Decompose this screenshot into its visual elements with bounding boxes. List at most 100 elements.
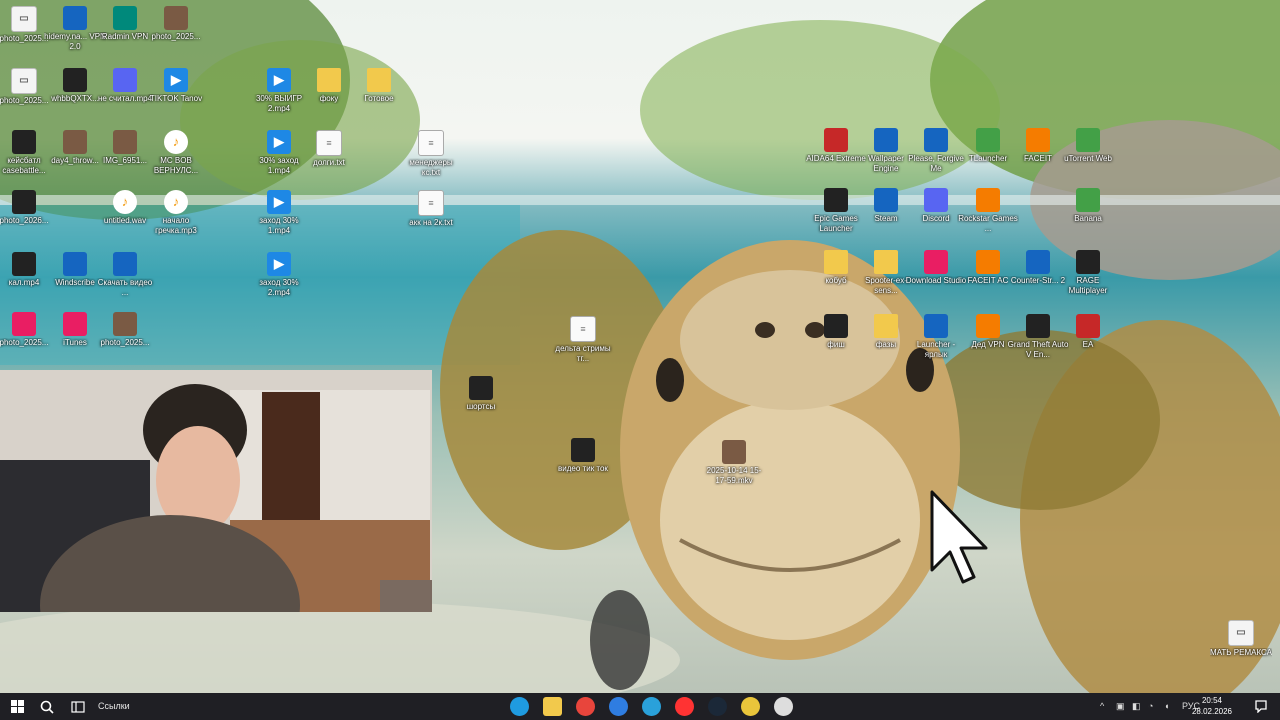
desktop-icon-label: видео тик ток (558, 464, 608, 473)
clock[interactable]: 20:54 28.02.2026 (1188, 695, 1236, 717)
tray-overflow-icon[interactable]: ^ (1100, 693, 1104, 720)
dark-icon (12, 252, 36, 276)
tray-volume-icon[interactable]: ◖ (1164, 693, 1169, 720)
txt-icon: ≡ (418, 130, 444, 156)
desktop-icon[interactable]: Скачать видео ... (94, 252, 156, 298)
explorer-icon[interactable] (543, 697, 562, 716)
desktop-icon-label: шортсы (466, 402, 496, 411)
dark-icon (1076, 250, 1100, 274)
desktop-icon[interactable]: ▶ TIKTOK Tanov (145, 68, 207, 104)
video-icon: ▶ (267, 252, 291, 276)
desktop-icon[interactable]: ≡ дельта стримы тг... (552, 316, 614, 364)
game-icon[interactable] (741, 697, 760, 716)
blue-icon (924, 314, 948, 338)
desktop-icon-label: photo_2025... (151, 32, 201, 41)
tray-bluetooth-icon[interactable]: ◧ (1132, 693, 1141, 720)
dark-icon (824, 314, 848, 338)
desktop-icon[interactable]: Готовое (348, 68, 410, 104)
desktop-icon-label: photo_2026... (0, 216, 49, 225)
desktop-icon-label: заход 30% 2.mp4 (259, 278, 299, 297)
desktop-icon-label: uTorrent Web (1064, 154, 1112, 163)
desktop-icon[interactable]: Rockstar Games ... (957, 188, 1019, 234)
tray-network-icon[interactable]: ▣ (1116, 693, 1125, 720)
yandex-icon[interactable] (675, 697, 694, 716)
task-view-icon (71, 700, 85, 713)
recorder-icon[interactable] (774, 697, 793, 716)
desktop-icon-label: TIKTOK Tanov (149, 94, 203, 103)
desktop-icon[interactable]: видео тик ток (552, 438, 614, 474)
desktop-icon[interactable]: шортсы (450, 376, 512, 412)
telegram-icon[interactable] (642, 697, 661, 716)
desktop-icon[interactable]: ▶ заход 30% 1.mp4 (248, 190, 310, 236)
video-icon: ▶ (267, 130, 291, 154)
desktop-icon-label: Скачать видео ... (97, 278, 153, 297)
txt-icon: ≡ (316, 130, 342, 156)
audio-icon: ♪ (164, 190, 188, 214)
blue-icon (924, 128, 948, 152)
start-button[interactable] (2, 693, 32, 720)
dark-icon (469, 376, 493, 400)
pink-icon (63, 312, 87, 336)
img-icon (722, 440, 746, 464)
desktop-icon[interactable]: uTorrent Web (1057, 128, 1119, 164)
img-icon (63, 130, 87, 154)
dark-icon (571, 438, 595, 462)
desktop-icon-label: 2025-10-14 15-17-59.mkv (706, 466, 762, 485)
desktop-icon-label: заход 30% 1.mp4 (259, 216, 299, 235)
img-icon (113, 312, 137, 336)
file-icon: ▭ (1228, 620, 1254, 646)
desktop-icon[interactable]: ≡ менеджеры кс.txt (400, 130, 462, 178)
desktop-icon-label: начало гречка.mp3 (155, 216, 197, 235)
desktop-icon[interactable]: ≡ долги.txt (298, 130, 360, 168)
blue-icon (1026, 250, 1050, 274)
desktop-icon-label: MC BOB ВЕРНУЛС... (153, 156, 199, 175)
purple-icon (924, 188, 948, 212)
desktop-icon-label: Banana (1074, 214, 1102, 223)
search-button[interactable] (32, 693, 62, 720)
desktop-icon[interactable]: ≡ акк на 2к.txt (400, 190, 462, 228)
img-icon (113, 130, 137, 154)
purple-icon (113, 68, 137, 92)
desktop-icon[interactable]: ▭ МАТЬ РЕМАКСА (1210, 620, 1272, 658)
folder-icon (367, 68, 391, 92)
desktop-icon[interactable]: 2025-10-14 15-17-59.mkv (703, 440, 765, 486)
green-icon (1076, 128, 1100, 152)
desktop-icon[interactable]: RAGE Multiplayer (1057, 250, 1119, 296)
folder-icon (824, 250, 848, 274)
desktop-icon[interactable]: photo_2025... (94, 312, 156, 348)
audio-icon: ♪ (113, 190, 137, 214)
red-icon (1076, 314, 1100, 338)
links-toolbar[interactable]: Ссылки (98, 693, 130, 720)
chrome-icon[interactable] (576, 697, 595, 716)
dark-icon (63, 68, 87, 92)
orange-icon (976, 314, 1000, 338)
desktop-icon[interactable]: ▶ заход 30% 2.mp4 (248, 252, 310, 298)
file-icon: ▭ (11, 68, 37, 94)
desktop-icon[interactable]: photo_2025... (145, 6, 207, 42)
orange-icon (976, 188, 1000, 212)
desktop-icon[interactable]: EA (1057, 314, 1119, 350)
edge-icon[interactable] (510, 697, 529, 716)
desktop-icon-label: МАТЬ РЕМАКСА (1210, 648, 1272, 657)
desktop-icon-label: EA (1082, 340, 1094, 349)
img-icon (164, 6, 188, 30)
orange-icon (976, 250, 1000, 274)
desktop-icon[interactable]: ♪ MC BOB ВЕРНУЛС... (145, 130, 207, 176)
desktop-icon[interactable]: photo_2026... (0, 190, 55, 226)
tray-wifi-icon[interactable]: ◔ (1148, 693, 1153, 720)
desktop-icon-label: менеджеры кс.txt (409, 158, 453, 177)
green-icon (976, 128, 1000, 152)
desktop-icon[interactable]: Banana (1057, 188, 1119, 224)
desktop-icon-label: RAGE Multiplayer (1068, 276, 1108, 295)
vpn-check-icon[interactable] (609, 697, 628, 716)
steam-icon[interactable] (708, 697, 727, 716)
video-icon: ▶ (164, 68, 188, 92)
task-view-button[interactable] (63, 693, 93, 720)
notification-center-icon[interactable] (1254, 699, 1268, 714)
search-icon (40, 700, 54, 714)
folder-icon (874, 250, 898, 274)
desktop-icon[interactable]: ♪ начало гречка.mp3 (145, 190, 207, 236)
desktop-icon-label: Готовое (364, 94, 394, 103)
folder-icon (874, 314, 898, 338)
txt-icon: ≡ (570, 316, 596, 342)
